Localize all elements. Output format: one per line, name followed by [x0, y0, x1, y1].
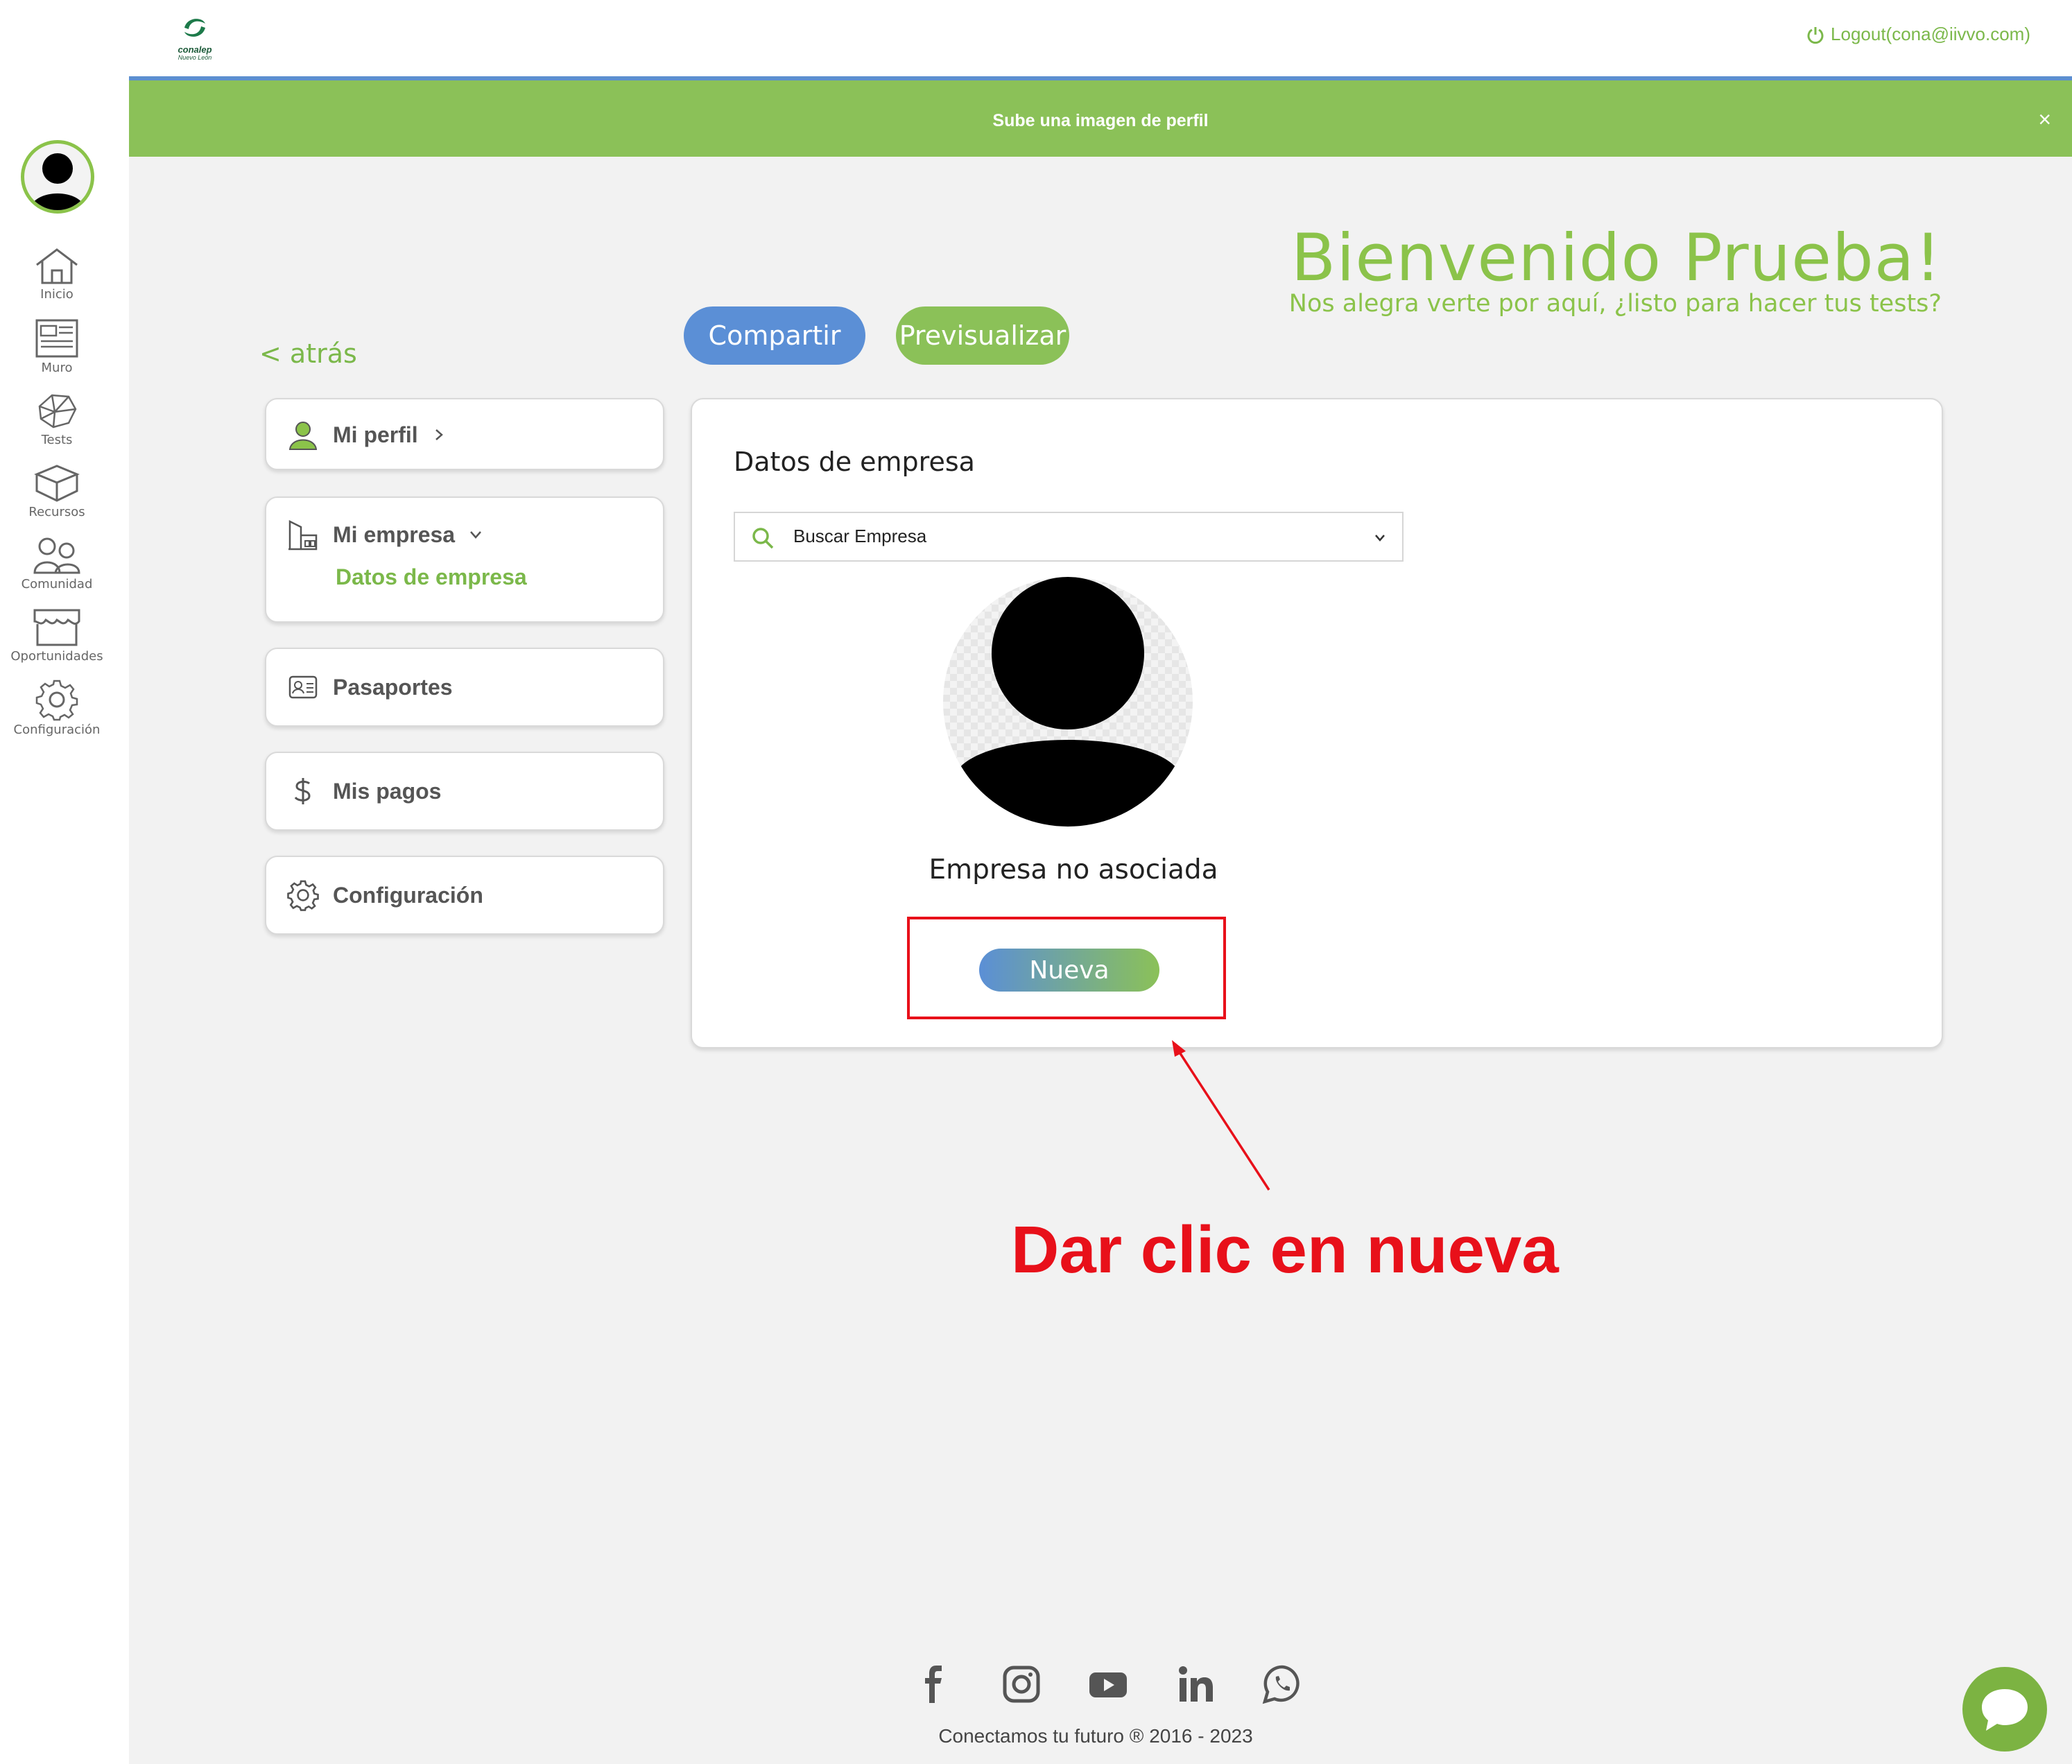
menu-item-payments[interactable]: Mis pagos [287, 775, 441, 807]
submenu-item-company-data[interactable]: Datos de empresa [336, 564, 527, 590]
menu-item-label: Configuración [333, 882, 483, 908]
company-search-select[interactable]: Buscar Empresa [734, 512, 1404, 562]
menu-item-profile[interactable]: Mi perfil [287, 419, 446, 451]
youtube-icon[interactable] [1088, 1664, 1128, 1704]
people-icon [33, 537, 80, 574]
menu-item-label: Pasaportes [333, 674, 453, 700]
banner-close-icon[interactable]: × [2038, 107, 2051, 132]
sidebar-item-label: Muro [41, 361, 73, 375]
facebook-icon[interactable] [914, 1664, 954, 1704]
company-data-card: Datos de empresa Buscar Empresa Empresa … [691, 398, 1943, 1048]
top-bar [129, 0, 2072, 76]
menu-card-profile[interactable]: Mi perfil [265, 398, 664, 470]
menu-item-settings[interactable]: Configuración [287, 879, 483, 911]
sidebar-item-label: Configuración [13, 723, 101, 737]
menu-card-settings[interactable]: Configuración [265, 856, 664, 935]
sidebar-item-label: Oportunidades [10, 649, 103, 664]
sidebar-item-configuracion[interactable]: Configuración [0, 678, 114, 737]
menu-item-label: Mi perfil [333, 422, 418, 447]
menu-card-passports[interactable]: Pasaportes [265, 648, 664, 727]
sidebar-item-label: Tests [41, 433, 73, 447]
gear-icon [287, 880, 319, 911]
welcome-subtitle: Nos alegra verte por aquí, ¿listo para h… [1288, 290, 1942, 318]
search-icon [752, 528, 774, 549]
chat-button[interactable] [1962, 1667, 2047, 1752]
chevron-down-icon [470, 531, 482, 539]
home-icon [36, 248, 78, 284]
welcome-title: Bienvenido Prueba! [1290, 220, 1942, 296]
banner-text[interactable]: Sube una imagen de perfil [129, 111, 2072, 131]
chevron-right-icon [435, 429, 443, 440]
annotation-highlight-box [907, 917, 1226, 1019]
annotation-text: Dar clic en nueva [1011, 1213, 1559, 1287]
menu-card-company[interactable]: Mi empresa Datos de empresa [265, 496, 664, 623]
newspaper-icon [35, 319, 78, 358]
copyright-text: Conectamos tu futuro ® 2016 - 2023 [938, 1725, 1253, 1747]
brain-icon [38, 394, 77, 429]
logo-mark-icon [184, 19, 205, 37]
logo-subtext: Nuevo León [178, 54, 212, 61]
avatar-silhouette-icon [30, 153, 85, 210]
preview-button[interactable]: Previsualizar [896, 306, 1069, 365]
profile-image-banner: Sube una imagen de perfil × [129, 76, 2072, 157]
company-status-text: Empresa no asociada [929, 854, 1218, 885]
user-icon [288, 422, 318, 450]
section-title: Datos de empresa [734, 447, 975, 477]
dollar-icon [294, 778, 311, 804]
box-icon [34, 465, 80, 502]
annotation-arrow-icon [1172, 1040, 1270, 1191]
menu-item-passports[interactable]: Pasaportes [287, 671, 453, 703]
social-links [914, 1664, 1302, 1704]
share-button[interactable]: Compartir [684, 306, 865, 365]
sidebar-item-recursos[interactable]: Recursos [0, 463, 114, 519]
conalep-logo[interactable]: conalep Nuevo León [171, 14, 219, 61]
company-logo-placeholder [943, 577, 1193, 827]
sidebar-item-inicio[interactable]: Inicio [0, 247, 114, 302]
whatsapp-icon[interactable] [1262, 1664, 1302, 1704]
menu-card-payments[interactable]: Mis pagos [265, 752, 664, 831]
sidebar-item-label: Comunidad [21, 577, 93, 591]
gear-icon [35, 680, 78, 721]
logout-label: Logout(cona@iivvo.com) [1831, 24, 2030, 44]
store-icon [33, 609, 80, 646]
menu-item-label: Mi empresa [333, 521, 456, 547]
power-icon [1807, 26, 1824, 44]
sidebar-item-label: Recursos [28, 505, 85, 519]
search-placeholder: Buscar Empresa [793, 526, 927, 546]
menu-item-label: Mis pagos [333, 778, 442, 804]
sidebar-item-comunidad[interactable]: Comunidad [0, 535, 114, 591]
menu-item-company[interactable]: Mi empresa [287, 519, 483, 551]
logo-text: conalep [178, 44, 212, 55]
back-link[interactable]: < atrás [259, 338, 357, 369]
chat-bubble-icon [1982, 1689, 2028, 1731]
id-card-icon [288, 675, 318, 699]
chevron-down-icon [1375, 535, 1385, 542]
sidebar-item-label: Inicio [40, 287, 74, 302]
linkedin-icon[interactable] [1175, 1664, 1216, 1704]
sidebar: Inicio Muro Tests Recursos Comunidad Opo… [0, 0, 129, 1764]
sidebar-item-oportunidades[interactable]: Oportunidades [0, 606, 114, 664]
logout-link[interactable]: Logout(cona@iivvo.com) [1806, 24, 2030, 45]
user-avatar[interactable] [21, 140, 94, 214]
sidebar-item-tests[interactable]: Tests [0, 391, 114, 447]
avatar-silhouette-icon [957, 577, 1179, 827]
instagram-icon[interactable] [1001, 1664, 1042, 1704]
sidebar-item-muro[interactable]: Muro [0, 318, 114, 375]
building-icon [288, 519, 318, 551]
